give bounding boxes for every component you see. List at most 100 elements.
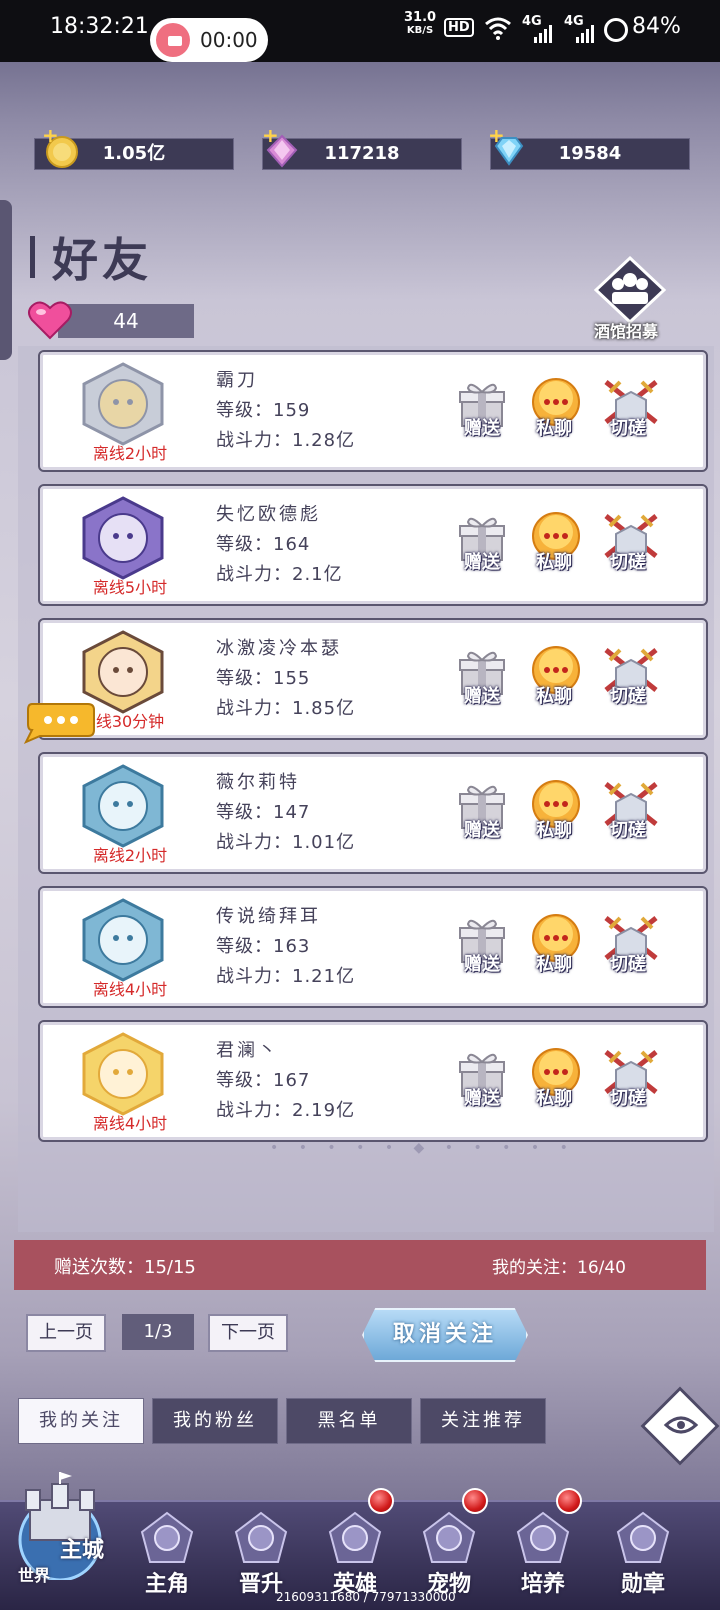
gift-label: 赠送: [464, 686, 500, 707]
wifi-icon: [484, 16, 512, 45]
private-chat-button[interactable]: 私聊: [530, 512, 582, 573]
tab-blacklist[interactable]: 黑名单: [286, 1398, 412, 1444]
friend-level: 等级：163: [216, 936, 311, 957]
promotion-icon: [234, 1511, 288, 1563]
gift-button[interactable]: 赠送: [456, 646, 508, 707]
duel-button[interactable]: 切磋: [602, 378, 660, 439]
medal-icon: [616, 1511, 670, 1563]
hero-head-icon: [140, 1511, 194, 1563]
chat-label: 私聊: [536, 1088, 572, 1109]
private-chat-button[interactable]: 私聊: [530, 1048, 582, 1109]
info-bar: 赠送次数：15/15 我的关注：16/40: [14, 1240, 706, 1290]
page-indicator: 1/3: [122, 1314, 194, 1350]
duel-button[interactable]: 切磋: [602, 780, 660, 841]
duel-button[interactable]: 切磋: [602, 1048, 660, 1109]
gift-label: 赠送: [464, 552, 500, 573]
gift-label: 赠送: [464, 820, 500, 841]
gift-label: 赠送: [464, 1088, 500, 1109]
gift-button[interactable]: 赠送: [456, 914, 508, 975]
notification-badge: [462, 1488, 488, 1514]
friend-name: 霸刀: [216, 370, 258, 391]
gold-coin-icon: +: [42, 123, 78, 168]
title-accent: [30, 236, 35, 278]
tab-recommend[interactable]: 关注推荐: [420, 1398, 546, 1444]
unfollow-button[interactable]: 取消关注: [362, 1308, 528, 1362]
friend-card[interactable]: 离线2小时 薇尔莉特 等级：147 战斗力：1.01亿 赠送 私聊 切磋: [38, 752, 708, 874]
tab-my-follows[interactable]: 我的关注: [18, 1398, 144, 1444]
chat-bubble-icon[interactable]: [22, 700, 95, 744]
friend-avatar[interactable]: [78, 496, 168, 580]
friend-card[interactable]: 离线5小时 失忆欧德彪 等级：164 战斗力：2.1亿 赠送 私聊 切磋: [38, 484, 708, 606]
gift-button[interactable]: 赠送: [456, 512, 508, 573]
training-icon: [516, 1511, 570, 1563]
private-chat-button[interactable]: 私聊: [530, 646, 582, 707]
gift-button[interactable]: 赠送: [456, 1048, 508, 1109]
friend-name: 传说绮拜耳: [216, 906, 321, 927]
friend-card[interactable]: 离线2小时 霸刀 等级：159 战斗力：1.28亿 赠送 私聊 切磋: [38, 350, 708, 472]
player-ids: 21609311680 / 77971330000: [276, 1590, 456, 1604]
signal-icon-2: [576, 24, 596, 43]
screen-record-pill[interactable]: 00:00: [150, 18, 268, 62]
gift-button[interactable]: 赠送: [456, 378, 508, 439]
tab-my-fans[interactable]: 我的粉丝: [152, 1398, 278, 1444]
friend-avatar[interactable]: [78, 764, 168, 848]
diamond-icon: +: [488, 123, 524, 166]
friend-card[interactable]: 离线4小时 传说绮拜耳 等级：163 战斗力：1.21亿 赠送 私聊 切磋: [38, 886, 708, 1008]
duel-label: 切磋: [610, 820, 646, 841]
friend-card[interactable]: 线30分钟 冰激凌冷本瑟 等级：155 战斗力：1.85亿 赠送 私聊 切磋: [38, 618, 708, 740]
side-drawer-handle[interactable]: [0, 200, 12, 360]
friend-level: 等级：159: [216, 400, 311, 421]
helmet-icon: [328, 1511, 382, 1563]
nav-label: 主角: [144, 1572, 189, 1597]
online-status: 离线2小时: [92, 444, 168, 463]
online-status: 离线4小时: [92, 1114, 168, 1133]
nav-item-6[interactable]: 勋章: [594, 1508, 692, 1604]
friend-avatar[interactable]: [78, 898, 168, 982]
friend-name: 失忆欧德彪: [216, 504, 321, 525]
friend-power: 战斗力：2.19亿: [216, 1100, 356, 1121]
diamond-value: 19584: [558, 143, 622, 164]
prev-page-button[interactable]: 上一页: [26, 1314, 106, 1352]
gold-value: 1.05亿: [102, 143, 166, 164]
clock: 18:32:21: [50, 14, 149, 39]
friend-level: 等级：147: [216, 802, 311, 823]
notification-badge: [556, 1488, 582, 1514]
gift-button[interactable]: 赠送: [456, 780, 508, 841]
gift-label: 赠送: [464, 954, 500, 975]
nav-item-5[interactable]: 培养: [494, 1488, 592, 1604]
next-page-button[interactable]: 下一页: [208, 1314, 288, 1352]
friend-card[interactable]: 离线4小时 君澜丶 等级：167 战斗力：2.19亿 赠送 私聊 切磋: [38, 1020, 708, 1142]
svg-text:+: +: [42, 130, 59, 147]
nav-label: 培养: [520, 1572, 565, 1597]
pet-icon: [422, 1511, 476, 1563]
friend-power: 战斗力：1.01亿: [216, 832, 356, 853]
gift-label: 赠送: [464, 418, 500, 439]
status-bar: 18:32:21 00:00 31.0 KB/S HD 4G 4G 84%: [0, 0, 720, 62]
nav-item-1[interactable]: 主角: [118, 1508, 216, 1604]
crystal-value: 117218: [324, 143, 400, 164]
record-icon: [156, 23, 190, 57]
net-speed: 31.0 KB/S: [404, 11, 436, 37]
world-label: 世界: [18, 1566, 51, 1585]
duel-label: 切磋: [610, 954, 646, 975]
friend-avatar[interactable]: [78, 362, 168, 446]
private-chat-button[interactable]: 私聊: [530, 914, 582, 975]
menu-toggle-icon: [662, 1413, 700, 1443]
chat-label: 私聊: [536, 552, 572, 573]
duel-button[interactable]: 切磋: [602, 512, 660, 573]
chat-label: 私聊: [536, 418, 572, 439]
private-chat-button[interactable]: 私聊: [530, 378, 582, 439]
page-title: 好友: [52, 233, 152, 287]
friend-avatar[interactable]: [78, 1032, 168, 1116]
friend-level: 等级：155: [216, 668, 311, 689]
duel-button[interactable]: 切磋: [602, 646, 660, 707]
duel-button[interactable]: 切磋: [602, 914, 660, 975]
private-chat-button[interactable]: 私聊: [530, 780, 582, 841]
friend-name: 薇尔莉特: [216, 772, 300, 793]
friend-name: 冰激凌冷本瑟: [216, 638, 342, 659]
battery-level: 84%: [632, 14, 681, 39]
online-status: 离线2小时: [92, 846, 168, 865]
chat-label: 私聊: [536, 820, 572, 841]
tavern-recruit-label: 酒馆招募: [594, 322, 659, 341]
main-city-button[interactable]: 主城 世界: [8, 1470, 112, 1592]
